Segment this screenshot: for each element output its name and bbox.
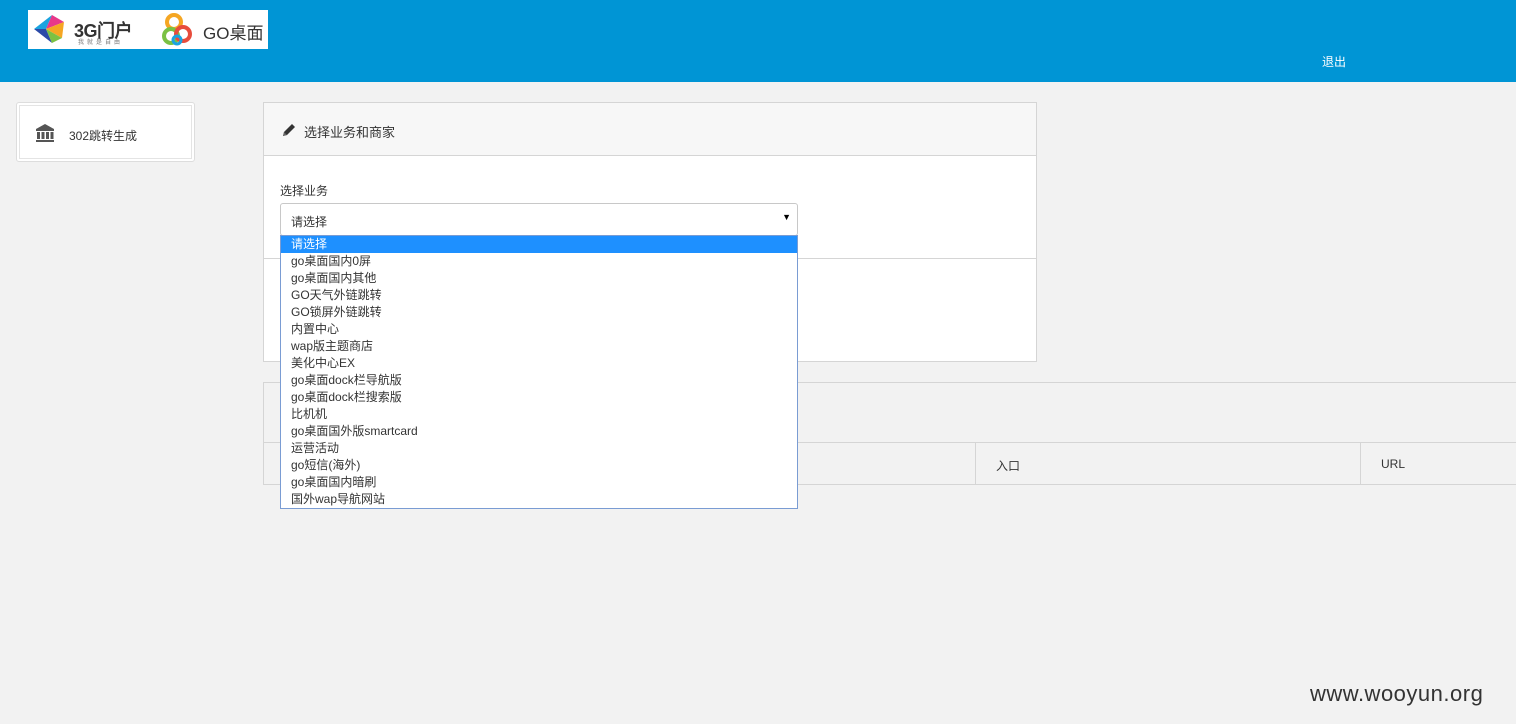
dropdown-option[interactable]: 国外wap导航网站 (281, 491, 797, 508)
logo-go-text: GO桌面 (203, 24, 264, 43)
table-header-entry: 入口 (975, 443, 1360, 484)
dropdown-option[interactable]: 运营活动 (281, 440, 797, 457)
brand-logo: 3G门户 我就是自由 GO桌面 (28, 10, 268, 49)
dropdown-option[interactable]: 比机机 (281, 406, 797, 423)
dropdown-option[interactable]: go短信(海外) (281, 457, 797, 474)
3g-portal-logo-icon (34, 15, 64, 43)
dropdown-option[interactable]: wap版主题商店 (281, 338, 797, 355)
dropdown-option[interactable]: 内置中心 (281, 321, 797, 338)
panel-title: 选择业务和商家 (304, 125, 396, 140)
logo-3g-subtitle: 我就是自由 (78, 40, 124, 46)
business-select-dropdown[interactable]: 请选择 go桌面国内0屏 go桌面国内其他 GO天气外链跳转 GO锁屏外链跳转 … (280, 235, 798, 509)
watermark-text: www.wooyun.org (1310, 681, 1484, 706)
top-header-bar: 3G门户 我就是自由 GO桌面 退出 (0, 0, 1516, 82)
business-select[interactable]: 请选择 ▼ (280, 203, 798, 236)
bank-icon (36, 124, 54, 142)
dropdown-option[interactable]: go桌面dock栏导航版 (281, 372, 797, 389)
pencil-icon (283, 124, 295, 136)
sidebar-item-label: 302跳转生成 (69, 129, 138, 143)
dropdown-option[interactable]: go桌面dock栏搜索版 (281, 389, 797, 406)
dropdown-option[interactable]: go桌面国内暗刷 (281, 474, 797, 491)
dropdown-option[interactable]: 美化中心EX (281, 355, 797, 372)
logout-link[interactable]: 退出 (1322, 53, 1346, 70)
business-select-value: 请选择 (291, 215, 328, 229)
panel-header: 选择业务和商家 (264, 103, 1036, 156)
chevron-down-icon: ▼ (782, 212, 791, 222)
go-launcher-logo-icon (162, 13, 192, 46)
sidebar-item-302-redirect[interactable]: 302跳转生成 (16, 102, 195, 162)
table-header-url: URL (1360, 443, 1516, 484)
dropdown-option[interactable]: GO天气外链跳转 (281, 287, 797, 304)
dropdown-option[interactable]: go桌面国内其他 (281, 270, 797, 287)
dropdown-option[interactable]: 请选择 (281, 236, 797, 253)
dropdown-option[interactable]: go桌面国内0屏 (281, 253, 797, 270)
dropdown-option[interactable]: GO锁屏外链跳转 (281, 304, 797, 321)
business-field-label: 选择业务 (280, 184, 329, 198)
dropdown-option[interactable]: go桌面国外版smartcard (281, 423, 797, 440)
